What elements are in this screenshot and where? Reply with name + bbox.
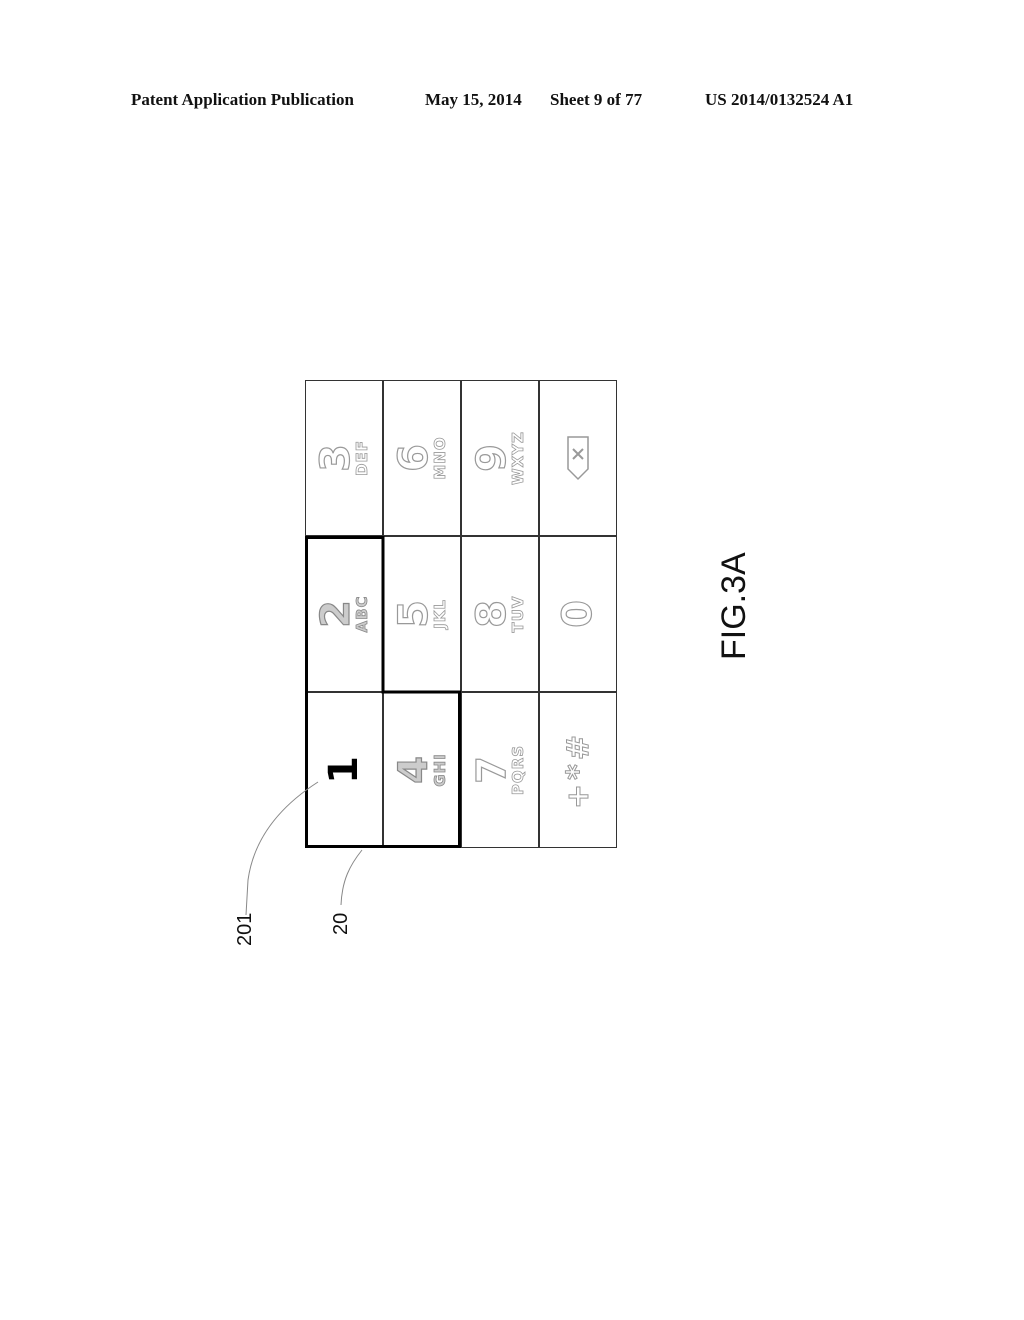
key-3[interactable]: 3 DEF (305, 380, 383, 536)
keypad: 1 2 ABC 3 DEF 4 GHI 5 JKL 6 MNO 7 PQRS 8… (305, 380, 617, 848)
key-letters: MNO (431, 436, 450, 480)
key-letters: GHI (431, 753, 450, 787)
key-letters: WXYZ (509, 431, 528, 486)
key-backspace[interactable] (539, 380, 617, 536)
key-symbols[interactable]: +*# (539, 692, 617, 848)
key-digit: 1 (321, 756, 367, 784)
key-digit: 0 (554, 599, 601, 628)
key-letters: JKL (431, 599, 450, 630)
key-digit: 7 (468, 755, 515, 784)
key-letters: ABC (353, 595, 372, 633)
key-1[interactable]: 1 (305, 692, 383, 848)
figure-label: FIG.3A (715, 552, 753, 660)
key-digit: 6 (390, 443, 437, 472)
key-9[interactable]: 9 WXYZ (461, 380, 539, 536)
key-letters: TUV (509, 595, 528, 633)
key-2[interactable]: 2 ABC (305, 536, 383, 692)
key-7[interactable]: 7 PQRS (461, 692, 539, 848)
key-4[interactable]: 4 GHI (383, 692, 461, 848)
patent-number: US 2014/0132524 A1 (705, 90, 854, 109)
key-6[interactable]: 6 MNO (383, 380, 461, 536)
key-digit: 4 (390, 755, 437, 784)
key-letters: DEF (353, 440, 372, 477)
key-letters: PQRS (509, 744, 528, 796)
key-digit: 8 (468, 599, 515, 628)
leader-line-20 (340, 849, 363, 906)
sheet-number: Sheet 9 of 77 (550, 90, 643, 109)
key-5[interactable]: 5 JKL (383, 536, 461, 692)
key-symbols-label: +*# (560, 731, 596, 810)
key-8[interactable]: 8 TUV (461, 536, 539, 692)
reference-label-20: 20 (330, 912, 352, 935)
key-0[interactable]: 0 (539, 536, 617, 692)
key-digit: 9 (468, 443, 515, 472)
publication-date: May 15, 2014 (425, 90, 522, 109)
key-digit: 2 (312, 599, 359, 628)
key-digit: 5 (390, 599, 437, 628)
backspace-icon (567, 436, 589, 481)
publication-title: Patent Application Publication (131, 90, 354, 109)
key-digit: 3 (312, 443, 359, 472)
reference-label-201: 201 (234, 912, 256, 946)
